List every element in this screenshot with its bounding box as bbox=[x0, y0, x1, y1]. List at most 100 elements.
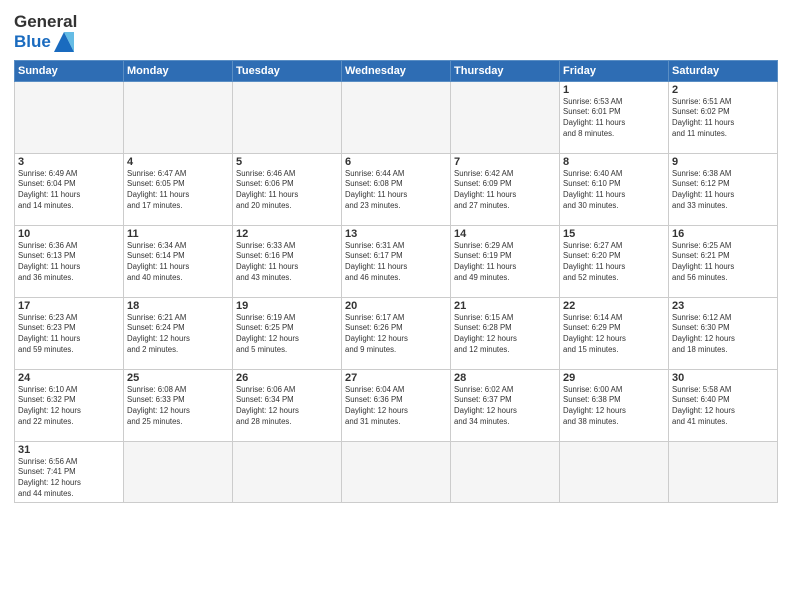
day-info: Sunrise: 6:02 AM Sunset: 6:37 PM Dayligh… bbox=[454, 385, 556, 429]
calendar-week-row: 24Sunrise: 6:10 AM Sunset: 6:32 PM Dayli… bbox=[15, 369, 778, 441]
day-info: Sunrise: 5:58 AM Sunset: 6:40 PM Dayligh… bbox=[672, 385, 774, 429]
day-number: 21 bbox=[454, 300, 556, 312]
day-info: Sunrise: 6:21 AM Sunset: 6:24 PM Dayligh… bbox=[127, 313, 229, 357]
logo: General Blue bbox=[14, 12, 77, 52]
calendar-cell: 13Sunrise: 6:31 AM Sunset: 6:17 PM Dayli… bbox=[342, 225, 451, 297]
page: General Blue SundayMondayTuesdayWednesda… bbox=[0, 0, 792, 612]
calendar-cell: 31Sunrise: 6:56 AM Sunset: 7:41 PM Dayli… bbox=[15, 441, 124, 503]
calendar-cell bbox=[342, 441, 451, 503]
calendar-cell bbox=[669, 441, 778, 503]
logo-general: General bbox=[14, 12, 77, 32]
calendar-cell: 19Sunrise: 6:19 AM Sunset: 6:25 PM Dayli… bbox=[233, 297, 342, 369]
calendar-cell: 11Sunrise: 6:34 AM Sunset: 6:14 PM Dayli… bbox=[124, 225, 233, 297]
day-info: Sunrise: 6:46 AM Sunset: 6:06 PM Dayligh… bbox=[236, 169, 338, 213]
calendar-header-monday: Monday bbox=[124, 60, 233, 81]
calendar-cell: 26Sunrise: 6:06 AM Sunset: 6:34 PM Dayli… bbox=[233, 369, 342, 441]
calendar-week-row: 1Sunrise: 6:53 AM Sunset: 6:01 PM Daylig… bbox=[15, 81, 778, 153]
calendar-cell: 2Sunrise: 6:51 AM Sunset: 6:02 PM Daylig… bbox=[669, 81, 778, 153]
day-number: 20 bbox=[345, 300, 447, 312]
calendar-header-friday: Friday bbox=[560, 60, 669, 81]
day-number: 30 bbox=[672, 372, 774, 384]
day-info: Sunrise: 6:25 AM Sunset: 6:21 PM Dayligh… bbox=[672, 241, 774, 285]
calendar-table: SundayMondayTuesdayWednesdayThursdayFrid… bbox=[14, 60, 778, 504]
calendar-cell bbox=[451, 441, 560, 503]
calendar-cell bbox=[342, 81, 451, 153]
calendar-cell: 17Sunrise: 6:23 AM Sunset: 6:23 PM Dayli… bbox=[15, 297, 124, 369]
day-number: 19 bbox=[236, 300, 338, 312]
day-info: Sunrise: 6:51 AM Sunset: 6:02 PM Dayligh… bbox=[672, 97, 774, 141]
calendar-cell bbox=[124, 441, 233, 503]
calendar-cell: 18Sunrise: 6:21 AM Sunset: 6:24 PM Dayli… bbox=[124, 297, 233, 369]
day-info: Sunrise: 6:00 AM Sunset: 6:38 PM Dayligh… bbox=[563, 385, 665, 429]
day-number: 1 bbox=[563, 84, 665, 96]
header: General Blue bbox=[14, 12, 778, 52]
calendar-cell: 15Sunrise: 6:27 AM Sunset: 6:20 PM Dayli… bbox=[560, 225, 669, 297]
calendar-cell: 22Sunrise: 6:14 AM Sunset: 6:29 PM Dayli… bbox=[560, 297, 669, 369]
calendar-cell: 23Sunrise: 6:12 AM Sunset: 6:30 PM Dayli… bbox=[669, 297, 778, 369]
day-number: 3 bbox=[18, 156, 120, 168]
calendar-cell bbox=[560, 441, 669, 503]
logo-blue: Blue bbox=[14, 32, 51, 52]
day-info: Sunrise: 6:06 AM Sunset: 6:34 PM Dayligh… bbox=[236, 385, 338, 429]
day-number: 5 bbox=[236, 156, 338, 168]
day-info: Sunrise: 6:15 AM Sunset: 6:28 PM Dayligh… bbox=[454, 313, 556, 357]
day-number: 8 bbox=[563, 156, 665, 168]
day-number: 25 bbox=[127, 372, 229, 384]
day-info: Sunrise: 6:44 AM Sunset: 6:08 PM Dayligh… bbox=[345, 169, 447, 213]
day-number: 9 bbox=[672, 156, 774, 168]
logo-triangle-icon bbox=[54, 32, 74, 52]
day-info: Sunrise: 6:23 AM Sunset: 6:23 PM Dayligh… bbox=[18, 313, 120, 357]
day-info: Sunrise: 6:08 AM Sunset: 6:33 PM Dayligh… bbox=[127, 385, 229, 429]
day-number: 29 bbox=[563, 372, 665, 384]
day-number: 4 bbox=[127, 156, 229, 168]
calendar-header-thursday: Thursday bbox=[451, 60, 560, 81]
calendar-cell: 3Sunrise: 6:49 AM Sunset: 6:04 PM Daylig… bbox=[15, 153, 124, 225]
day-number: 15 bbox=[563, 228, 665, 240]
calendar-cell: 1Sunrise: 6:53 AM Sunset: 6:01 PM Daylig… bbox=[560, 81, 669, 153]
calendar-cell: 24Sunrise: 6:10 AM Sunset: 6:32 PM Dayli… bbox=[15, 369, 124, 441]
day-number: 17 bbox=[18, 300, 120, 312]
calendar-week-row: 31Sunrise: 6:56 AM Sunset: 7:41 PM Dayli… bbox=[15, 441, 778, 503]
calendar-cell: 25Sunrise: 6:08 AM Sunset: 6:33 PM Dayli… bbox=[124, 369, 233, 441]
calendar-cell: 21Sunrise: 6:15 AM Sunset: 6:28 PM Dayli… bbox=[451, 297, 560, 369]
day-number: 16 bbox=[672, 228, 774, 240]
day-info: Sunrise: 6:34 AM Sunset: 6:14 PM Dayligh… bbox=[127, 241, 229, 285]
day-number: 14 bbox=[454, 228, 556, 240]
day-number: 13 bbox=[345, 228, 447, 240]
day-info: Sunrise: 6:19 AM Sunset: 6:25 PM Dayligh… bbox=[236, 313, 338, 357]
calendar-cell: 28Sunrise: 6:02 AM Sunset: 6:37 PM Dayli… bbox=[451, 369, 560, 441]
day-number: 24 bbox=[18, 372, 120, 384]
day-info: Sunrise: 6:12 AM Sunset: 6:30 PM Dayligh… bbox=[672, 313, 774, 357]
day-number: 18 bbox=[127, 300, 229, 312]
day-info: Sunrise: 6:36 AM Sunset: 6:13 PM Dayligh… bbox=[18, 241, 120, 285]
day-number: 28 bbox=[454, 372, 556, 384]
day-number: 10 bbox=[18, 228, 120, 240]
calendar-cell: 29Sunrise: 6:00 AM Sunset: 6:38 PM Dayli… bbox=[560, 369, 669, 441]
calendar-cell bbox=[233, 81, 342, 153]
day-info: Sunrise: 6:27 AM Sunset: 6:20 PM Dayligh… bbox=[563, 241, 665, 285]
day-number: 31 bbox=[18, 444, 120, 456]
calendar-cell: 14Sunrise: 6:29 AM Sunset: 6:19 PM Dayli… bbox=[451, 225, 560, 297]
calendar-cell: 4Sunrise: 6:47 AM Sunset: 6:05 PM Daylig… bbox=[124, 153, 233, 225]
day-number: 12 bbox=[236, 228, 338, 240]
calendar-cell: 12Sunrise: 6:33 AM Sunset: 6:16 PM Dayli… bbox=[233, 225, 342, 297]
day-number: 27 bbox=[345, 372, 447, 384]
calendar-cell: 5Sunrise: 6:46 AM Sunset: 6:06 PM Daylig… bbox=[233, 153, 342, 225]
calendar-cell: 7Sunrise: 6:42 AM Sunset: 6:09 PM Daylig… bbox=[451, 153, 560, 225]
day-info: Sunrise: 6:10 AM Sunset: 6:32 PM Dayligh… bbox=[18, 385, 120, 429]
calendar-header-row: SundayMondayTuesdayWednesdayThursdayFrid… bbox=[15, 60, 778, 81]
calendar-week-row: 17Sunrise: 6:23 AM Sunset: 6:23 PM Dayli… bbox=[15, 297, 778, 369]
calendar-cell: 27Sunrise: 6:04 AM Sunset: 6:36 PM Dayli… bbox=[342, 369, 451, 441]
day-info: Sunrise: 6:17 AM Sunset: 6:26 PM Dayligh… bbox=[345, 313, 447, 357]
day-info: Sunrise: 6:47 AM Sunset: 6:05 PM Dayligh… bbox=[127, 169, 229, 213]
calendar-week-row: 3Sunrise: 6:49 AM Sunset: 6:04 PM Daylig… bbox=[15, 153, 778, 225]
calendar-cell: 8Sunrise: 6:40 AM Sunset: 6:10 PM Daylig… bbox=[560, 153, 669, 225]
calendar-cell bbox=[233, 441, 342, 503]
day-info: Sunrise: 6:31 AM Sunset: 6:17 PM Dayligh… bbox=[345, 241, 447, 285]
day-number: 7 bbox=[454, 156, 556, 168]
day-number: 26 bbox=[236, 372, 338, 384]
day-number: 11 bbox=[127, 228, 229, 240]
calendar-header-wednesday: Wednesday bbox=[342, 60, 451, 81]
calendar-cell: 20Sunrise: 6:17 AM Sunset: 6:26 PM Dayli… bbox=[342, 297, 451, 369]
calendar-cell bbox=[451, 81, 560, 153]
